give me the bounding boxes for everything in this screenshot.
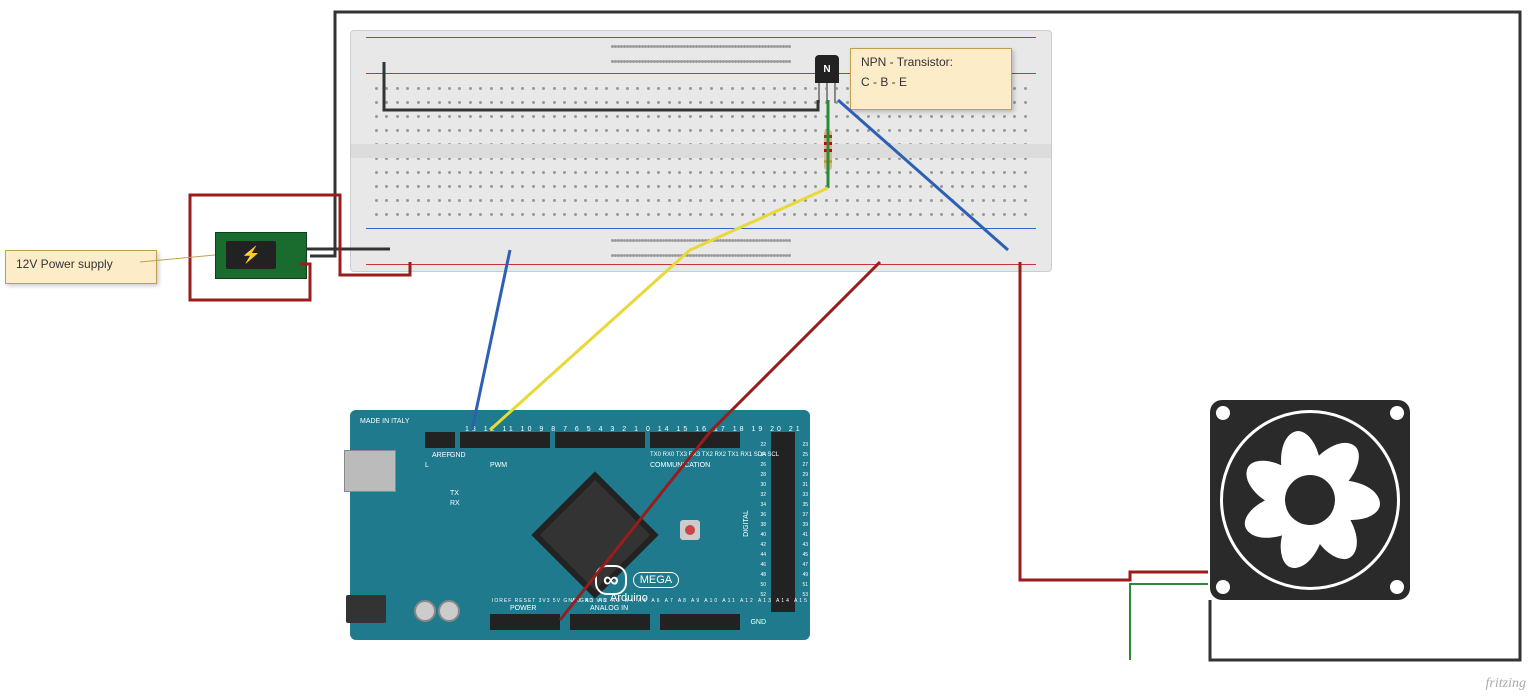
pins-side-a: 22242628303234363840424446485052 [760, 440, 766, 600]
usb-port [344, 450, 396, 492]
dc-fan [1210, 400, 1410, 600]
npn-transistor: N [815, 55, 839, 83]
l-label: L [425, 462, 429, 469]
infinity-icon: ∞ [595, 565, 627, 595]
wire-arduino-gnd [472, 250, 510, 430]
rx-label: RX [450, 500, 460, 507]
comm-label: COMMUNICATION [650, 462, 710, 469]
header-digital [555, 432, 645, 448]
header-comm [650, 432, 740, 448]
resistor [824, 130, 832, 170]
header-pwm [460, 432, 550, 448]
note-transistor: NPN - Transistor: C - B - E [850, 48, 1012, 110]
header-power [490, 614, 560, 630]
fan-frame [1220, 410, 1400, 590]
capacitor [438, 600, 460, 622]
note-psu: 12V Power supply [5, 250, 157, 284]
note-transistor-title: NPN - Transistor: [861, 55, 1001, 69]
gnd-label: GND [450, 452, 466, 459]
aref-label: AREF [432, 452, 451, 459]
model-label: MEGA [633, 572, 679, 588]
note-psu-text: 12V Power supply [16, 257, 113, 271]
header-side [771, 432, 795, 612]
pins-analog-label: A0 A1 A2 A3 A4 A5 A6 A7 A8 A9 A10 A11 A1… [572, 598, 809, 604]
wire-fan-gnd [1130, 584, 1208, 660]
transistor-label: N [823, 64, 830, 75]
pins-side-b: 23252729313335373941434547495153 [802, 440, 808, 600]
note-transistor-pins: C - B - E [861, 75, 1001, 89]
power-label: POWER [510, 605, 536, 612]
analogin-label: ANALOG IN [590, 605, 628, 612]
arduino-mega: MADE IN ITALY AREF GND 13 12 11 10 9 8 7… [350, 410, 810, 640]
power-supply-jack [215, 232, 307, 279]
tx-label: TX [450, 490, 459, 497]
header-analog-a [570, 614, 650, 630]
made-in-label: MADE IN ITALY [360, 418, 410, 425]
bb-bottom-rail [371, 233, 1031, 263]
pwm-label: PWM [490, 462, 507, 469]
dc-jack-icon [226, 241, 276, 269]
digital-label: DIGITAL [743, 510, 750, 537]
gnd2-label: GND [750, 619, 766, 626]
capacitor [414, 600, 436, 622]
header-aref [425, 432, 455, 448]
brand-label: Arduino [610, 592, 648, 604]
watermark: fritzing [1486, 676, 1526, 692]
pins-top-label: 13 12 11 10 9 8 7 6 5 4 3 2 1 0 14 15 16… [465, 426, 803, 433]
arduino-logo: ∞ MEGA [595, 565, 679, 595]
reset-button[interactable] [680, 520, 700, 540]
power-jack [346, 595, 386, 623]
wire-fan-vcc [1020, 262, 1208, 580]
header-analog-b [660, 614, 740, 630]
